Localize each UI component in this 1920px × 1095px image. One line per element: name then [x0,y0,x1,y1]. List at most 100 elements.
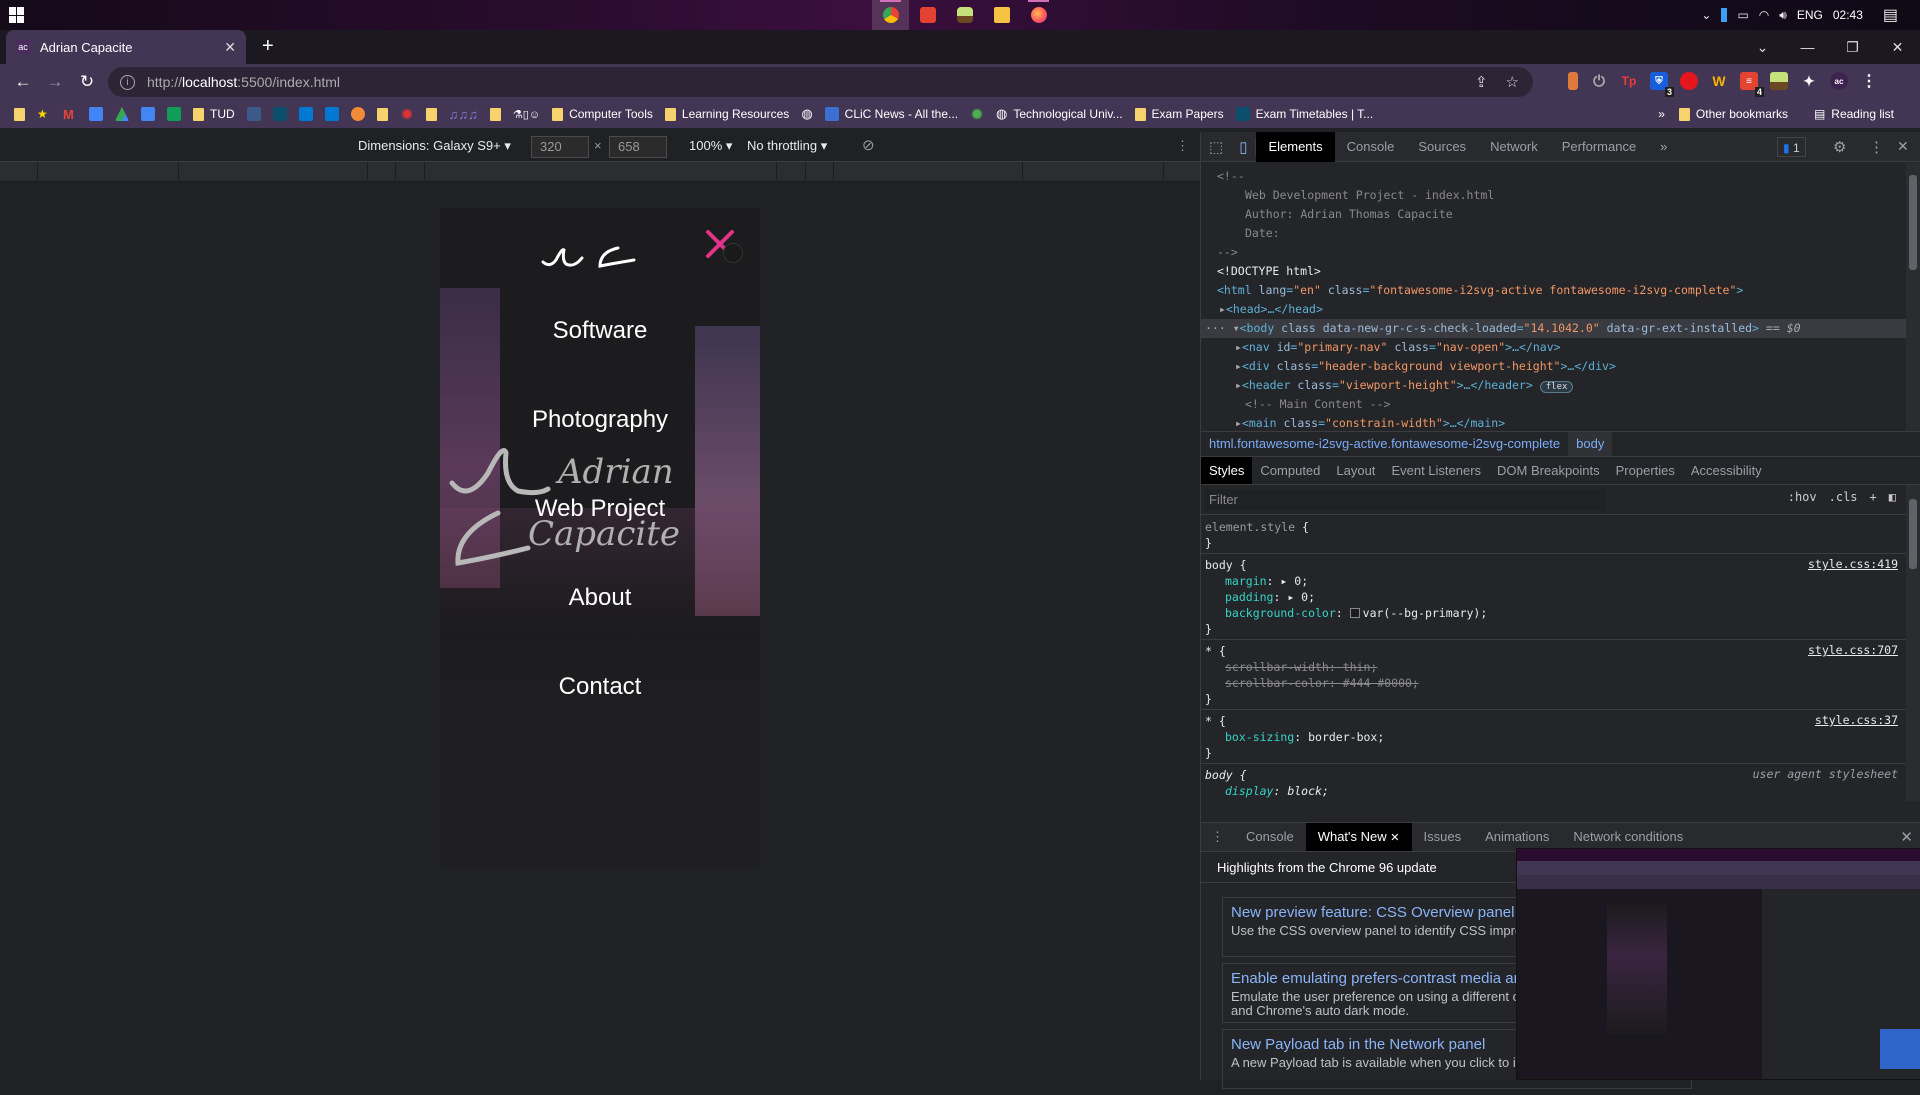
bookmark-site[interactable] [399,107,414,121]
nav-link-photography[interactable]: Photography [440,389,760,478]
bookmark-star-icon[interactable]: ☆ [1506,73,1519,91]
bookmark-globe[interactable]: ◍ [801,106,812,122]
new-tab-button[interactable]: + [262,35,274,58]
dom-line[interactable]: --> [1201,243,1906,262]
other-bookmarks[interactable]: Other bookmarks [1678,107,1788,121]
overridden-property[interactable]: scrollbar-width: thin; [1205,659,1902,675]
back-button[interactable]: ← [8,72,38,92]
bookmark-site[interactable] [350,107,365,121]
device-height-input[interactable]: 658 [609,136,667,158]
subtab-event-listeners[interactable]: Event Listeners [1383,457,1489,484]
rule-universal-box-sizing[interactable]: style.css:37 * { box-sizing: border-box;… [1201,710,1906,764]
more-tabs-button[interactable]: » [1648,132,1679,162]
site-info-icon[interactable]: i [120,74,135,90]
hover-state-toggle[interactable]: :hov [1788,490,1817,504]
nav-link-contact[interactable]: Contact [440,656,760,745]
ext-plant-icon[interactable] [1770,72,1788,90]
bookmark-site[interactable] [272,107,287,121]
restore-button[interactable]: ❐ [1830,39,1875,56]
zoom-dropdown[interactable]: 100% ▾ [689,138,732,154]
language-indicator[interactable]: ENG [1797,8,1823,22]
dom-scrollbar[interactable] [1906,163,1920,431]
rule-source-link[interactable]: style.css:419 [1808,557,1898,571]
flex-badge[interactable]: flex [1539,381,1574,393]
tab-performance[interactable]: Performance [1550,132,1648,162]
dom-line-header[interactable]: ▸<header class="viewport-height">…</head… [1201,376,1906,395]
dom-line[interactable]: Author: Adrian Thomas Capacite [1201,205,1906,224]
chrome-menu-icon[interactable]: ⋮ [1860,72,1878,90]
bookmark-folder-tud[interactable]: TUD [193,107,235,121]
breadcrumb-body[interactable]: body [1568,432,1613,456]
bookmark-folder-learning-resources[interactable]: Learning Resources [664,107,789,121]
volume-icon[interactable]: 🔊︎ [1779,8,1787,23]
dom-line-doctype[interactable]: <!DOCTYPE html> [1201,262,1906,281]
address-bar[interactable]: i http://localhost:5500/index.html ⇪ ☆ [108,67,1533,97]
share-icon[interactable]: ⇪ [1475,73,1488,91]
taskbar-firefox[interactable] [1020,0,1057,30]
bookmark-folder[interactable] [14,107,25,121]
battery-app-icon[interactable] [1721,8,1728,22]
bookmark-gmail[interactable]: M [63,107,77,122]
device-width-input[interactable]: 320 [531,136,589,158]
dom-line-comment[interactable]: <!-- Main Content --> [1201,395,1906,414]
styles-filter-input[interactable]: Filter [1205,488,1605,511]
bookmark-site[interactable] [246,107,261,121]
drawer-tab-animations[interactable]: Animations [1473,823,1561,851]
taskbar-file-explorer[interactable] [983,0,1020,30]
close-drawer-icon[interactable]: ✕ [1900,828,1913,846]
new-rule-icon[interactable]: + [1870,490,1877,504]
dom-line-body-selected[interactable]: ··· ▾<body class data-new-gr-c-s-check-l… [1201,319,1906,338]
bookmark-site[interactable]: ⚗▯☺ [513,108,540,121]
settings-gear-icon[interactable]: ⚙ [1833,138,1846,156]
dom-line-html[interactable]: <html lang="en" class="fontawesome-i2svg… [1201,281,1906,300]
class-toggle[interactable]: .cls [1829,490,1858,504]
nav-link-web-project[interactable]: Web Project [440,478,760,567]
styles-scrollbar[interactable] [1906,485,1920,801]
drawer-menu-icon[interactable]: ⋮ [1201,823,1234,851]
toggle-sidebar-icon[interactable]: ◧ [1889,490,1896,504]
drawer-tab-console[interactable]: Console [1234,823,1306,851]
forward-button[interactable]: → [40,72,70,92]
bookmark-folder[interactable] [376,107,388,121]
close-drawer-tab-icon[interactable]: ✕ [1390,832,1399,844]
dom-line-head[interactable]: ▸<head>…</head> [1201,300,1906,319]
drawer-tab-issues[interactable]: Issues [1412,823,1474,851]
rotate-icon[interactable]: ⊘ [862,136,875,154]
rule-source-link[interactable]: style.css:707 [1808,643,1898,657]
close-tab-icon[interactable]: ✕ [224,39,236,56]
extensions-puzzle-icon[interactable]: ✦ [1800,72,1818,90]
reading-list[interactable]: ▤ Reading list [1814,107,1894,121]
tab-console[interactable]: Console [1335,132,1407,162]
ext-power-icon[interactable]: ⏻ [1590,72,1608,90]
media-query-ruler[interactable] [0,162,1200,182]
subtab-accessibility[interactable]: Accessibility [1683,457,1770,484]
taskbar-plant-app[interactable] [946,0,983,30]
nav-link-software[interactable]: Software [440,300,760,389]
throttling-dropdown[interactable]: No throttling ▾ [747,138,827,154]
bookmark-outlook[interactable] [298,107,313,121]
rule-universal-scrollbar[interactable]: style.css:707 * { scrollbar-width: thin;… [1201,640,1906,710]
dom-line-div[interactable]: ▸<div class="header-background viewport-… [1201,357,1906,376]
drawer-tab-network-conditions[interactable]: Network conditions [1561,823,1695,851]
screenshot-preview-thumbnail[interactable] [1516,848,1920,1080]
subtab-properties[interactable]: Properties [1608,457,1683,484]
prop-value[interactable]: border-box [1308,730,1377,744]
bookmark-docs[interactable] [141,107,155,121]
bookmark-outlook[interactable] [324,107,339,121]
dom-line-nav[interactable]: ▸<nav id="primary-nav" class="nav-open">… [1201,338,1906,357]
notifications-icon[interactable]: ▤ [1883,5,1898,25]
reload-button[interactable]: ↻ [72,72,102,92]
bookmark-star-site[interactable]: ★ [37,107,51,121]
bookmark-music[interactable]: ♫♫♫ [449,107,478,122]
bookmark-exam-timetables[interactable]: Exam Timetables | T... [1235,107,1373,121]
bookmarks-overflow-button[interactable]: » [1658,107,1665,121]
nav-link-about[interactable]: About [440,567,760,656]
taskbar-todoist[interactable] [909,0,946,30]
clock[interactable]: 02:43 [1833,8,1863,22]
issues-counter[interactable]: ▮ 1 [1777,137,1806,157]
subtab-dom-breakpoints[interactable]: DOM Breakpoints [1489,457,1608,484]
windows-start-icon[interactable] [9,7,25,23]
chevron-up-icon[interactable]: ⌄ [1701,8,1711,22]
bookmark-folder[interactable] [425,107,437,121]
taskbar-chrome[interactable] [872,0,909,30]
